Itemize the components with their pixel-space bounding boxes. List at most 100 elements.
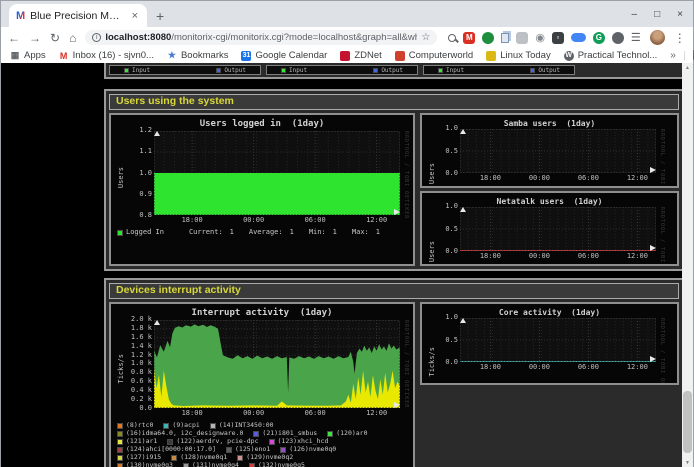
legend-item: (129)nvme0q2 <box>237 454 293 461</box>
graph-users[interactable]: Users logged in (1day)Users1.21.11.00.90… <box>109 113 415 266</box>
bookmark-icon: M <box>59 51 69 61</box>
browser-menu-icon[interactable]: ⋮ <box>674 31 686 45</box>
legend-label: (16)idma64.0, i2c_designware.0 <box>126 430 243 437</box>
stat-label: Max: <box>352 229 369 236</box>
window-close-button[interactable]: × <box>677 9 683 20</box>
graph-core[interactable]: Core activity (1day)Ticks/s1.00.50.018:0… <box>420 302 679 385</box>
screenshot-extension-icon[interactable]: ▫ <box>552 32 564 44</box>
scrollbar-up-icon[interactable]: ▲ <box>682 63 693 73</box>
bookmark-item[interactable]: WPractical Technol... <box>564 50 658 61</box>
url-text: localhost:8080/monitorix-cgi/monitorix.c… <box>105 32 417 43</box>
profile-avatar[interactable] <box>650 30 665 45</box>
x-tick-label: 00:00 <box>529 252 550 260</box>
legend-item: Output <box>216 67 246 74</box>
mail-extension-icon[interactable]: M <box>463 32 475 44</box>
capsule-extension-icon[interactable] <box>571 33 586 42</box>
graph-body: Users1.00.50.018:0000:0006:0012:00RRDTOO… <box>428 207 671 266</box>
legend-label: (126)nvme0q0 <box>289 446 336 453</box>
mask-extension-icon[interactable]: ◉ <box>535 31 545 44</box>
cutoff-graph-box[interactable]: Input Output <box>109 65 261 75</box>
cutoff-graph-box[interactable]: Input Output <box>266 65 418 75</box>
y-axis-label: Ticks/s <box>117 354 125 384</box>
scrollbar-thumb[interactable] <box>683 391 692 453</box>
graph-netatalk[interactable]: Netatalk users (1day)Users1.00.50.018:00… <box>420 191 679 266</box>
legend-label: Input <box>289 67 307 74</box>
url-host: localhost:8080 <box>105 32 171 43</box>
plot-wrap: 18:0000:0006:0012:00 <box>460 129 656 182</box>
search-extension-icon[interactable] <box>448 34 456 42</box>
bookmark-item[interactable]: Computerworld <box>395 50 473 61</box>
legend-item: (9)acpi <box>163 422 199 429</box>
x-tick-label: 18:00 <box>480 174 501 182</box>
bookmark-item[interactable]: ▦Apps <box>10 50 46 61</box>
section-body: Interrupt activity (1day)Ticks/s2.0 k1.8… <box>109 302 679 467</box>
back-icon[interactable]: ← <box>8 32 20 44</box>
x-tick-label: 12:00 <box>627 363 648 371</box>
right-column: Core activity (1day)Ticks/s1.00.50.018:0… <box>420 302 679 385</box>
graph-samba[interactable]: Samba users (1day)Users1.00.50.018:0000:… <box>420 113 679 188</box>
legend-item: (130)nvme0q3 <box>117 462 173 467</box>
y-axis-label: Users <box>428 163 436 184</box>
legend-label: (129)nvme0q2 <box>246 454 293 461</box>
legend-swatch <box>117 463 123 467</box>
legend-item: (127)i915 <box>117 454 161 461</box>
y-tick-labels: 1.00.50.0 <box>438 125 458 177</box>
x-tick-labels: 18:0000:0006:0012:00 <box>460 251 656 260</box>
new-tab-button[interactable]: + <box>156 9 164 23</box>
legend-swatch <box>530 68 535 73</box>
list-extension-icon[interactable]: ☰ <box>631 31 641 44</box>
legend-row: (127)i915(128)nvme0q1(129)nvme0q2 <box>117 454 407 461</box>
forward-icon[interactable]: → <box>29 32 41 44</box>
card-extension-icon[interactable] <box>516 32 528 44</box>
legend-item: (14)INT3450:00 <box>210 422 274 429</box>
legend-row: (130)nvme0q3(131)nvme0q4(132)nvme0q5 <box>117 462 407 467</box>
pin-extension-icon[interactable] <box>612 32 624 44</box>
legend-swatch <box>280 447 286 453</box>
bookmark-item[interactable]: MInbox (16) - sjvn0... <box>59 50 154 61</box>
address-bar[interactable]: i localhost:8080/monitorix-cgi/monitorix… <box>85 30 437 45</box>
scrollbar[interactable]: ▲ ▼ <box>682 63 693 467</box>
tab-close-icon[interactable]: × <box>130 10 140 22</box>
x-tick-label: 00:00 <box>529 363 550 371</box>
grammar-extension-icon[interactable]: G <box>593 32 605 44</box>
x-tick-label: 00:00 <box>529 174 550 182</box>
y-tick-label: 1.0 k <box>127 360 152 367</box>
x-tick-label: 18:00 <box>480 363 501 371</box>
window-minimize-button[interactable]: – <box>632 9 638 20</box>
graph-interrupt[interactable]: Interrupt activity (1day)Ticks/s2.0 k1.8… <box>109 302 415 467</box>
bookmark-item[interactable]: ★Bookmarks <box>167 50 229 61</box>
x-tick-label: 00:00 <box>243 409 264 417</box>
legend-label: (21)i801_smbus <box>262 430 317 437</box>
browser-tab[interactable]: M Blue Precision Monitorix × <box>9 4 147 27</box>
divider <box>684 51 685 61</box>
legend-item: (125)eno1 <box>226 446 270 453</box>
y-tick-label: 1.0 <box>438 203 458 210</box>
bookmark-item[interactable]: 31Google Calendar <box>241 50 327 61</box>
reload-icon[interactable]: ↻ <box>50 32 60 44</box>
bookmark-item[interactable]: ZDNet <box>340 50 381 61</box>
site-info-icon[interactable]: i <box>92 33 101 42</box>
bookmark-item[interactable]: Linux Today <box>486 50 551 61</box>
right-column: Samba users (1day)Users1.00.50.018:0000:… <box>420 113 679 266</box>
pages-extension-icon[interactable] <box>501 33 509 43</box>
legend-row: Logged InCurrent:1Average:1Min:1Max:1 <box>117 229 407 236</box>
legend-swatch <box>253 431 259 437</box>
legend-label: (132)nvme0q5 <box>258 462 305 467</box>
window-maximize-button[interactable]: □ <box>654 9 660 20</box>
stat-value: 1 <box>376 229 380 236</box>
scrollbar-down-icon[interactable]: ▼ <box>682 458 693 467</box>
bookmarks-overflow-icon[interactable]: » <box>670 50 676 61</box>
home-icon[interactable]: ⌂ <box>69 32 76 44</box>
cutoff-graph-box[interactable]: Input Output <box>423 65 575 75</box>
section-body: Users logged in (1day)Users1.21.11.00.90… <box>109 113 679 266</box>
green-extension-icon[interactable] <box>482 32 494 44</box>
legend-row: (124)ahci[0000:00:17.0](125)eno1(126)nvm… <box>117 446 407 453</box>
y-tick-labels: 1.21.11.00.90.8 <box>127 127 152 219</box>
bookmark-star-icon[interactable]: ☆ <box>421 32 430 43</box>
legend-item: Logged In <box>117 229 164 236</box>
legend-swatch <box>124 68 129 73</box>
legend-item: (120)ar0 <box>327 430 367 437</box>
x-tick-labels: 18:0000:0006:0012:00 <box>460 362 656 371</box>
y-tick-label: 1.6 k <box>127 334 152 341</box>
stat-label: Current: <box>189 229 223 236</box>
